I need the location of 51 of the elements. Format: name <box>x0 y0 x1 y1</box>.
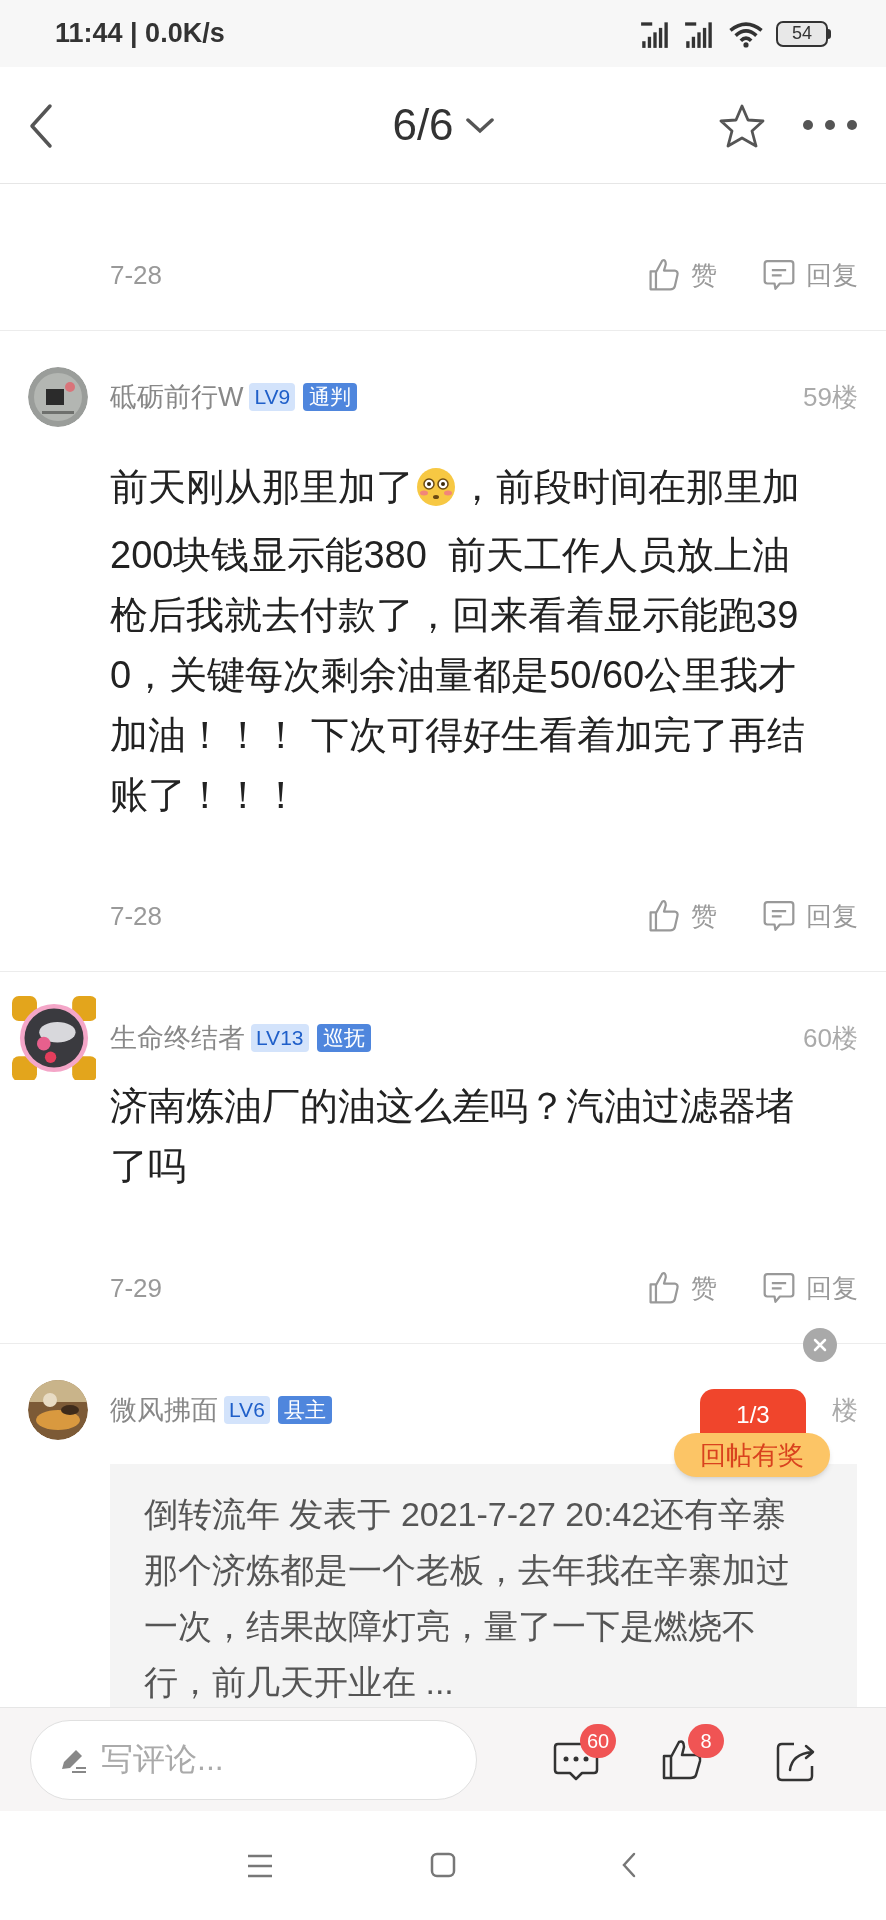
page-selector[interactable]: 6/6 <box>392 92 494 158</box>
reply-button[interactable]: 回复 <box>762 1268 858 1308</box>
star-icon[interactable] <box>718 103 766 149</box>
author-name[interactable]: 微风拂面 <box>110 1389 218 1431</box>
count-badge: 60 <box>580 1724 616 1758</box>
rank-badge: 巡抚 <box>316 1024 371 1052</box>
more-icon[interactable] <box>803 120 857 130</box>
wifi-icon <box>728 19 764 48</box>
home-icon[interactable] <box>430 1852 456 1878</box>
author-name[interactable]: 生命终结者 <box>110 1017 245 1059</box>
back-icon[interactable] <box>28 103 54 149</box>
speech-bubble-icon <box>762 258 796 292</box>
reward-page-tab[interactable]: 1/3 <box>700 1389 806 1433</box>
reply-button[interactable]: 回复 <box>762 896 858 936</box>
like-button[interactable]: 赞 <box>647 255 717 295</box>
rank-badge: 通判 <box>303 383 358 411</box>
thumbs-up-icon <box>647 257 681 293</box>
chevron-down-icon <box>465 116 494 134</box>
level-badge: LV9 <box>249 383 296 411</box>
comment-text: 前天刚从那里加了 <box>110 464 414 510</box>
flushed-emoji-icon <box>416 467 456 507</box>
speech-bubble-icon <box>762 1271 796 1305</box>
like-button[interactable]: 赞 <box>647 896 717 936</box>
comment-input[interactable]: 写评论... <box>30 1719 477 1800</box>
back-icon[interactable] <box>622 1852 636 1878</box>
comments-button[interactable]: 60 <box>546 1722 626 1794</box>
like-button[interactable]: 8 <box>654 1722 734 1794</box>
battery-icon: 54 <box>776 20 828 47</box>
comment-date: 7-28 <box>110 899 163 933</box>
comment-text: 济南炼油厂的油这么差吗？汽油过滤器堵了吗 <box>110 1084 795 1189</box>
count-badge: 8 <box>688 1724 724 1758</box>
comment-text: ，前段时间在那里加 <box>458 464 800 510</box>
comment-text: 200块钱显示能380 前天工作人员放上油枪后我就去付款了，回来看着显示能跑390，关键每次剩余油量都是50/60公里我才加油！！！ 下次可得好生看着加完了再结账了！！！ <box>110 533 806 818</box>
floor-number: 楼 <box>832 1393 858 1427</box>
author-name[interactable]: 砥砺前行W <box>110 376 244 418</box>
status-time: 11:44 | 0.0K/s <box>55 17 225 51</box>
floor-number: 59楼 <box>803 380 858 414</box>
comment-date: 7-28 <box>110 258 163 292</box>
level-badge: LV6 <box>224 1396 270 1424</box>
like-button[interactable]: 赞 <box>647 1268 717 1308</box>
thumbs-up-icon <box>647 1270 681 1306</box>
level-badge: LV13 <box>251 1024 309 1052</box>
thumbs-up-icon <box>647 898 681 934</box>
reward-button[interactable]: 回帖有奖 <box>674 1433 830 1477</box>
comment-date: 7-29 <box>110 1271 163 1305</box>
menu-icon[interactable] <box>246 1853 274 1879</box>
quote-text: 倒转流年 发表于 2021-7-27 20:42还有辛寨那个济炼都是一个老板，去年我在辛寨加过一次，结果故障灯亮，量了一下是燃烧不行，前几天开业在 ... <box>144 1494 791 1703</box>
rank-badge: 县主 <box>277 1396 332 1424</box>
floor-number: 60楼 <box>803 1021 858 1055</box>
reply-button[interactable]: 回复 <box>762 255 858 295</box>
speech-bubble-icon <box>762 899 796 933</box>
